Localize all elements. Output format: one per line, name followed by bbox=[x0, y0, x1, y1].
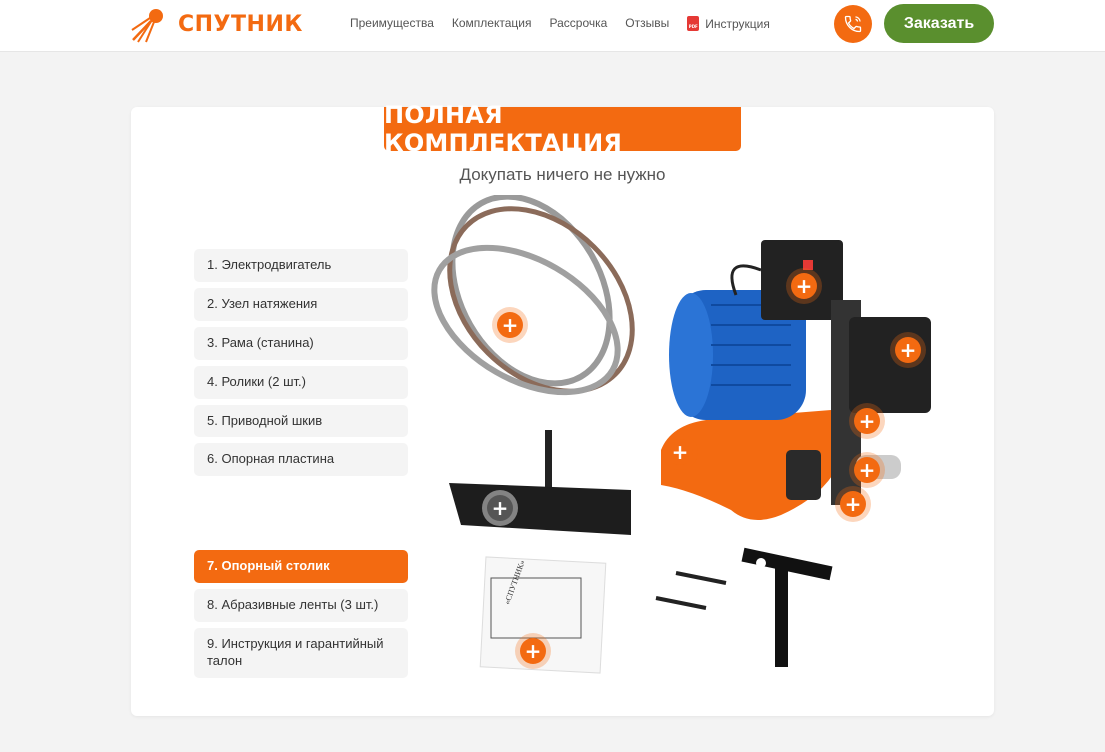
hotspot-pulley[interactable]: + bbox=[854, 408, 880, 434]
logo-text: СПУТНИК bbox=[178, 11, 303, 37]
list-item-rollers[interactable]: 4. Ролики (2 шт.) bbox=[194, 365, 408, 399]
section-subtitle: Докупать ничего не нужно bbox=[459, 165, 666, 184]
components-list-bottom: 7. Опорный столик 8. Абразивные ленты (3… bbox=[194, 550, 408, 684]
site-header: СПУТНИК Преимущества Комплектация Рассро… bbox=[0, 0, 1105, 52]
list-item-manual[interactable]: 9. Инструкция и гарантийный талон bbox=[194, 627, 408, 678]
list-item-support-table[interactable]: 7. Опорный столик bbox=[194, 550, 408, 583]
list-item-pulley[interactable]: 5. Приводной шкив bbox=[194, 404, 408, 438]
hotspot-abrasive-belts[interactable]: + bbox=[497, 312, 523, 338]
support-plate-image bbox=[449, 430, 631, 535]
list-item-motor[interactable]: 1. Электродвигатель bbox=[194, 249, 408, 282]
hotspot-motor[interactable]: + bbox=[791, 273, 817, 299]
support-table-bracket-image bbox=[741, 547, 833, 667]
hotspot-frame[interactable]: + bbox=[667, 439, 693, 465]
phone-button[interactable] bbox=[834, 5, 872, 43]
order-button[interactable]: Заказать bbox=[884, 4, 994, 43]
nav-equipment[interactable]: Комплектация bbox=[452, 16, 532, 31]
components-list-top: 1. Электродвигатель 2. Узел натяжения 3.… bbox=[194, 249, 408, 482]
nav-instruction-label: Инструкция bbox=[705, 16, 770, 31]
hotspot-manual[interactable]: + bbox=[520, 638, 546, 664]
phone-icon bbox=[844, 15, 862, 33]
logo[interactable]: СПУТНИК bbox=[130, 4, 303, 44]
nav-installments[interactable]: Рассрочка bbox=[549, 16, 607, 31]
equipment-card: ПОЛНАЯ КОМПЛЕКТАЦИЯ Докупать ничего не н… bbox=[131, 101, 994, 716]
springs-image bbox=[655, 571, 727, 610]
abrasive-belts-image bbox=[431, 195, 635, 396]
section-title: ПОЛНАЯ КОМПЛЕКТАЦИЯ bbox=[384, 101, 741, 157]
product-image: «СПУТНИК» bbox=[431, 195, 931, 674]
main-nav: Преимущества Комплектация Рассрочка Отзы… bbox=[350, 16, 788, 31]
sputnik-icon bbox=[130, 4, 174, 44]
hotspot-rollers[interactable]: + bbox=[854, 457, 880, 483]
list-item-support-plate[interactable]: 6. Опорная пластина bbox=[194, 443, 408, 477]
nav-advantages[interactable]: Преимущества bbox=[350, 16, 434, 31]
nav-instruction[interactable]: Инструкция bbox=[687, 16, 770, 31]
hotspot-tension-unit[interactable]: + bbox=[895, 337, 921, 363]
hotspot-support-plate[interactable]: + bbox=[487, 495, 513, 521]
hotspot-drive-wheel[interactable]: + bbox=[840, 491, 866, 517]
nav-reviews[interactable]: Отзывы bbox=[625, 16, 669, 31]
list-item-frame[interactable]: 3. Рама (станина) bbox=[194, 326, 408, 360]
list-item-tension-unit[interactable]: 2. Узел натяжения bbox=[194, 287, 408, 321]
pdf-icon bbox=[687, 16, 700, 31]
list-item-abrasive-belts[interactable]: 8. Абразивные ленты (3 шт.) bbox=[194, 588, 408, 622]
